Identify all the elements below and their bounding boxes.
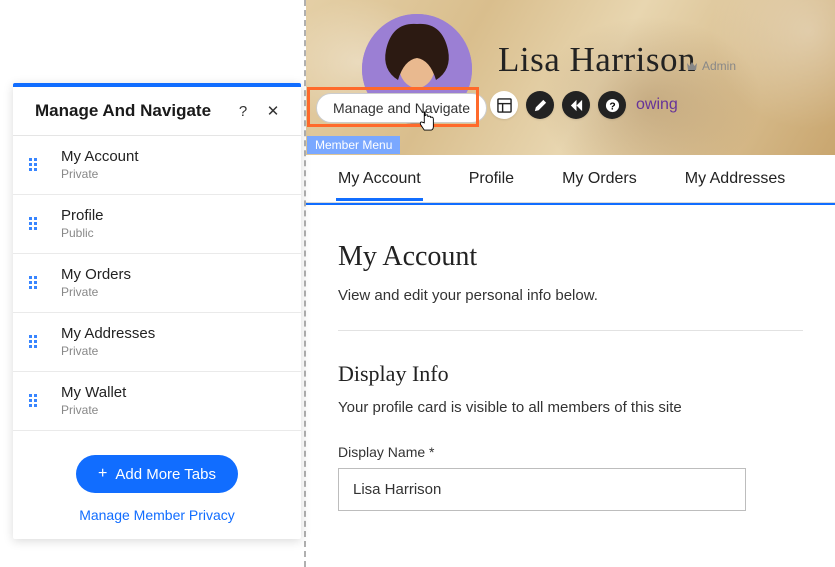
drag-handle-icon[interactable] — [29, 335, 45, 348]
tab-my-orders[interactable]: My Orders — [562, 158, 637, 200]
tab-my-account[interactable]: My Account — [338, 158, 421, 200]
content-area: My Account View and edit your personal i… — [306, 205, 835, 547]
tab-visibility: Private — [61, 167, 139, 181]
page-subtitle: View and edit your personal info below. — [338, 287, 803, 304]
tab-row[interactable]: My Addresses Private — [13, 313, 301, 372]
drag-handle-icon[interactable] — [29, 276, 45, 289]
profile-hero: Lisa Harrison Admin Manage and Navigate … — [306, 0, 835, 155]
display-name-label: Display Name * — [338, 444, 803, 460]
role-badge: Admin — [686, 59, 736, 73]
tab-visibility: Private — [61, 403, 126, 417]
member-tabs: My Account Profile My Orders My Addresse… — [306, 155, 835, 203]
crown-icon — [686, 61, 698, 71]
edit-icon[interactable] — [526, 91, 554, 119]
add-more-tabs-button[interactable]: + Add More Tabs — [76, 455, 238, 493]
tab-label: My Wallet — [61, 384, 126, 401]
panel-header: Manage And Navigate ? ✕ — [13, 87, 301, 136]
role-text: Admin — [702, 59, 736, 73]
tab-row[interactable]: My Account Private — [13, 136, 301, 195]
help-icon[interactable]: ? — [233, 103, 253, 120]
tab-row[interactable]: My Wallet Private — [13, 372, 301, 431]
tab-my-addresses[interactable]: My Addresses — [685, 158, 785, 200]
drag-handle-icon[interactable] — [29, 158, 45, 171]
layout-icon[interactable] — [490, 91, 518, 119]
tab-visibility: Private — [61, 285, 131, 299]
tab-visibility: Public — [61, 226, 104, 240]
tab-list: My Account Private Profile Public My Ord… — [13, 136, 301, 431]
following-text-fragment: owing — [636, 96, 678, 114]
tab-label: My Account — [61, 148, 139, 165]
section-heading: Display Info — [338, 361, 803, 387]
panel-footer: + Add More Tabs Manage Member Privacy — [13, 431, 301, 539]
tab-visibility: Private — [61, 344, 155, 358]
hero-toolbar: ? owing — [490, 91, 678, 119]
tab-row[interactable]: My Orders Private — [13, 254, 301, 313]
drag-handle-icon[interactable] — [29, 217, 45, 230]
close-icon[interactable]: ✕ — [263, 102, 283, 120]
panel-title: Manage And Navigate — [35, 101, 223, 121]
editor-canvas: Lisa Harrison Admin Manage and Navigate … — [304, 0, 835, 567]
section-description: Your profile card is visible to all memb… — [338, 399, 803, 416]
tab-profile[interactable]: Profile — [469, 158, 514, 200]
manage-navigate-panel: Manage And Navigate ? ✕ My Account Priva… — [13, 83, 301, 539]
user-name: Lisa Harrison — [498, 40, 696, 80]
tab-label: My Addresses — [61, 325, 155, 342]
tab-label: My Orders — [61, 266, 131, 283]
tab-label: Profile — [61, 207, 104, 224]
display-name-input[interactable] — [338, 468, 746, 511]
drag-handle-icon[interactable] — [29, 394, 45, 407]
divider — [338, 330, 803, 331]
rewind-icon[interactable] — [562, 91, 590, 119]
svg-text:?: ? — [609, 101, 615, 112]
manage-member-privacy-link[interactable]: Manage Member Privacy — [79, 507, 235, 523]
page-title: My Account — [338, 241, 803, 273]
add-button-label: Add More Tabs — [115, 466, 216, 483]
manage-and-navigate-button[interactable]: Manage and Navigate — [316, 93, 487, 123]
help-circle-icon[interactable]: ? — [598, 91, 626, 119]
tab-row[interactable]: Profile Public — [13, 195, 301, 254]
plus-icon: + — [98, 465, 107, 483]
member-menu-tag: Member Menu — [307, 136, 400, 154]
